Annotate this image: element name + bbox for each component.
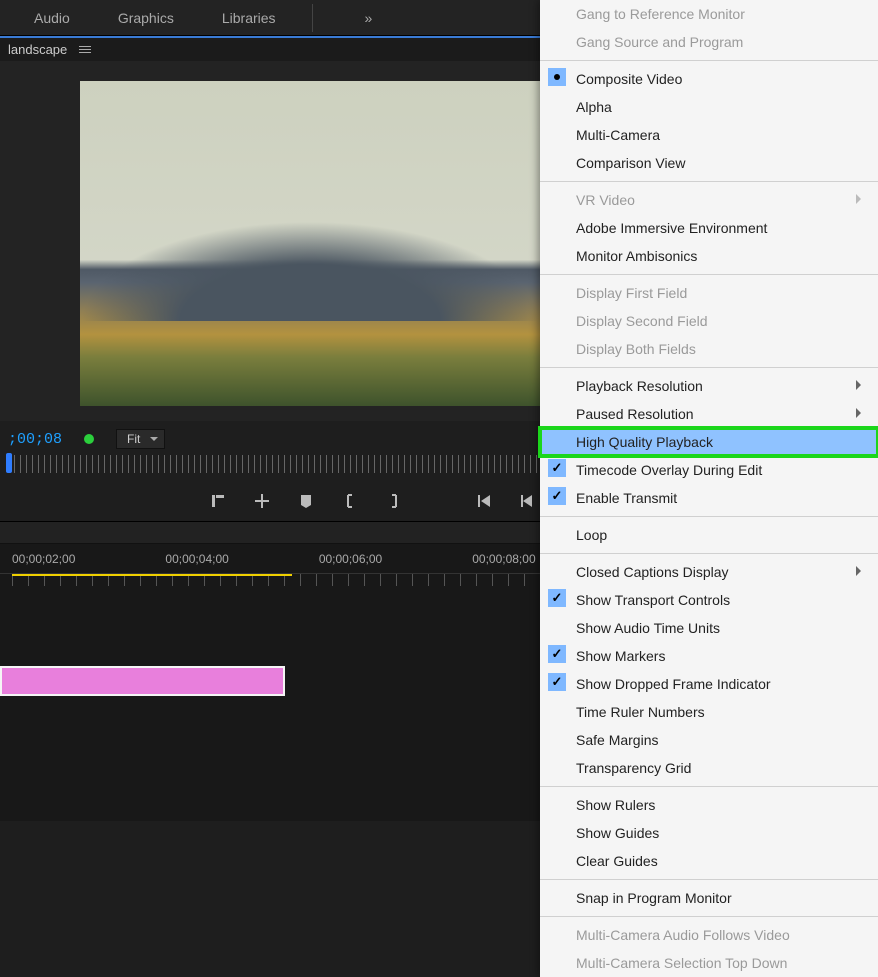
menu-gang-reference[interactable]: Gang to Reference Monitor xyxy=(540,0,878,28)
work-area-bar[interactable] xyxy=(12,574,292,576)
menu-separator xyxy=(540,181,878,182)
menu-show-transport[interactable]: Show Transport Controls xyxy=(540,586,878,614)
in-bracket-icon[interactable] xyxy=(341,492,359,510)
menu-separator xyxy=(540,367,878,368)
menu-display-first-field[interactable]: Display First Field xyxy=(540,279,878,307)
menu-high-quality-playback[interactable]: High Quality Playback xyxy=(540,428,878,456)
menu-composite-label: Composite Video xyxy=(576,71,682,87)
menu-multi-camera[interactable]: Multi-Camera xyxy=(540,121,878,149)
menu-playback-resolution[interactable]: Playback Resolution xyxy=(540,372,878,400)
menu-mc-audio-follows[interactable]: Multi-Camera Audio Follows Video xyxy=(540,921,878,949)
current-timecode[interactable]: ;00;08 xyxy=(8,431,62,448)
program-monitor-context-menu: Gang to Reference Monitor Gang Source an… xyxy=(540,0,878,977)
menu-separator xyxy=(540,274,878,275)
checkmark-icon xyxy=(548,589,566,607)
menu-more[interactable]: » xyxy=(365,10,373,26)
panel-title: landscape xyxy=(8,42,67,57)
ruler-time-2: 00;00;04;00 xyxy=(165,552,228,566)
menu-libraries[interactable]: Libraries xyxy=(198,2,300,34)
menu-display-both-fields[interactable]: Display Both Fields xyxy=(540,335,878,363)
menu-markers-label: Show Markers xyxy=(576,648,665,664)
checkmark-icon xyxy=(548,645,566,663)
menu-audio[interactable]: Audio xyxy=(10,2,94,34)
menu-closed-captions[interactable]: Closed Captions Display xyxy=(540,558,878,586)
menu-separator xyxy=(540,60,878,61)
menu-tc-overlay-label: Timecode Overlay During Edit xyxy=(576,462,762,478)
menu-dropped-label: Show Dropped Frame Indicator xyxy=(576,676,771,692)
menu-comparison-view[interactable]: Comparison View xyxy=(540,149,878,177)
zoom-fit-dropdown[interactable]: Fit xyxy=(116,429,165,449)
menu-separator xyxy=(540,516,878,517)
menu-time-ruler-numbers[interactable]: Time Ruler Numbers xyxy=(540,698,878,726)
menu-separator xyxy=(540,553,878,554)
menu-timecode-overlay[interactable]: Timecode Overlay During Edit xyxy=(540,456,878,484)
menu-clear-guides[interactable]: Clear Guides xyxy=(540,847,878,875)
checkmark-icon xyxy=(548,673,566,691)
menu-separator xyxy=(540,916,878,917)
ruler-time-1: 00;00;02;00 xyxy=(12,552,75,566)
menu-divider xyxy=(312,4,313,32)
menu-transport-label: Show Transport Controls xyxy=(576,592,730,608)
checkmark-icon xyxy=(548,487,566,505)
step-back-icon[interactable] xyxy=(519,492,537,510)
radio-checked-icon xyxy=(548,68,566,86)
out-bracket-icon[interactable] xyxy=(385,492,403,510)
menu-graphics[interactable]: Graphics xyxy=(94,2,198,34)
menu-composite-video[interactable]: Composite Video xyxy=(540,65,878,93)
ruler-time-4: 00;00;08;00 xyxy=(472,552,535,566)
menu-safe-margins[interactable]: Safe Margins xyxy=(540,726,878,754)
menu-vr-video[interactable]: VR Video xyxy=(540,186,878,214)
menu-enable-transmit[interactable]: Enable Transmit xyxy=(540,484,878,512)
ruler-time-3: 00;00;06;00 xyxy=(319,552,382,566)
add-marker-icon[interactable] xyxy=(253,492,271,510)
checkmark-icon xyxy=(548,459,566,477)
menu-separator xyxy=(540,786,878,787)
menu-separator xyxy=(540,879,878,880)
menu-show-audio-time[interactable]: Show Audio Time Units xyxy=(540,614,878,642)
menu-mc-selection-top[interactable]: Multi-Camera Selection Top Down xyxy=(540,949,878,977)
menu-ambisonics[interactable]: Monitor Ambisonics xyxy=(540,242,878,270)
panel-menu-icon[interactable] xyxy=(79,46,91,53)
menu-display-second-field[interactable]: Display Second Field xyxy=(540,307,878,335)
menu-show-guides[interactable]: Show Guides xyxy=(540,819,878,847)
video-clip[interactable] xyxy=(0,666,285,696)
menu-snap-program-monitor[interactable]: Snap in Program Monitor xyxy=(540,884,878,912)
go-to-in-icon[interactable] xyxy=(475,492,493,510)
menu-show-markers[interactable]: Show Markers xyxy=(540,642,878,670)
menu-transparency-grid[interactable]: Transparency Grid xyxy=(540,754,878,782)
menu-loop[interactable]: Loop xyxy=(540,521,878,549)
dropped-frame-indicator xyxy=(84,434,94,444)
mark-in-icon[interactable] xyxy=(209,492,227,510)
preview-video-frame xyxy=(80,81,540,406)
menu-gang-source[interactable]: Gang Source and Program xyxy=(540,28,878,56)
menu-show-rulers[interactable]: Show Rulers xyxy=(540,791,878,819)
menu-paused-resolution[interactable]: Paused Resolution xyxy=(540,400,878,428)
menu-immersive-env[interactable]: Adobe Immersive Environment xyxy=(540,214,878,242)
menu-show-dropped-frame[interactable]: Show Dropped Frame Indicator xyxy=(540,670,878,698)
menu-transmit-label: Enable Transmit xyxy=(576,490,677,506)
marker-icon[interactable] xyxy=(297,492,315,510)
menu-alpha[interactable]: Alpha xyxy=(540,93,878,121)
